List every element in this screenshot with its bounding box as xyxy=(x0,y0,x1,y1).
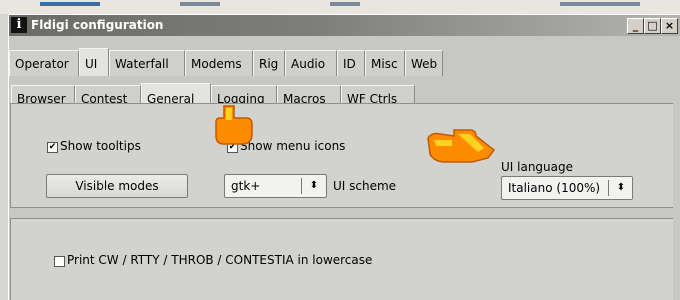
pointing-hand-icon xyxy=(215,105,253,145)
title-bar[interactable]: i Fldigi configuration _ □ × xyxy=(9,15,680,36)
hand-highlight xyxy=(434,140,452,146)
print-lowercase-checkbox[interactable] xyxy=(54,256,65,267)
ui-scheme-label: UI scheme xyxy=(333,179,397,193)
desktop-artifact xyxy=(560,2,640,6)
desktop-artifact xyxy=(330,2,360,6)
tab-audio[interactable]: Audio xyxy=(285,50,337,76)
tab-rig[interactable]: Rig xyxy=(253,50,285,76)
display-options-group: ✔ Show tooltips ✔ Show menu icons Visibl… xyxy=(10,103,673,208)
tab-waterfall[interactable]: Waterfall xyxy=(109,50,185,76)
close-button[interactable]: × xyxy=(661,18,678,34)
show-tooltips-label: Show tooltips xyxy=(60,139,141,153)
ui-scheme-value: gtk+ xyxy=(231,179,261,193)
tab-web[interactable]: Web xyxy=(405,50,443,76)
updown-arrow-icon: ⬍ xyxy=(616,182,626,193)
minimize-button[interactable]: _ xyxy=(627,18,644,34)
tab-misc[interactable]: Misc xyxy=(365,50,405,76)
hand-shape xyxy=(215,105,253,145)
hand-highlight xyxy=(226,108,232,120)
show-tooltips-checkbox[interactable]: ✔ xyxy=(47,142,58,153)
select-separator xyxy=(301,178,302,194)
visible-modes-button[interactable]: Visible modes xyxy=(46,174,188,198)
updown-arrow-icon: ⬍ xyxy=(309,180,319,191)
tab-modems[interactable]: Modems xyxy=(185,50,253,76)
desktop-artifact xyxy=(40,2,100,6)
ui-language-label: UI language xyxy=(501,160,574,174)
window-title: Fldigi configuration xyxy=(31,18,164,32)
main-tab-bar: Operator UI Waterfall Modems Rig Audio I… xyxy=(9,48,680,76)
maximize-button[interactable]: □ xyxy=(644,18,661,34)
desktop-background xyxy=(0,0,680,14)
select-separator xyxy=(608,180,609,196)
app-icon: i xyxy=(11,17,27,33)
tab-ui[interactable]: UI xyxy=(79,48,109,76)
text-options-group: Print CW / RTTY / THROB / CONTESTIA in l… xyxy=(10,218,673,300)
print-lowercase-label: Print CW / RTTY / THROB / CONTESTIA in l… xyxy=(67,253,373,267)
ui-language-value: Italiano (100%) xyxy=(508,181,601,195)
pointing-hand-icon xyxy=(427,129,496,163)
desktop-artifact xyxy=(180,2,220,6)
tab-id[interactable]: ID xyxy=(337,50,365,76)
tab-operator[interactable]: Operator xyxy=(9,50,79,76)
ui-scheme-select[interactable]: gtk+ ⬍ xyxy=(224,174,327,198)
ui-language-select[interactable]: Italiano (100%) ⬍ xyxy=(501,176,633,200)
